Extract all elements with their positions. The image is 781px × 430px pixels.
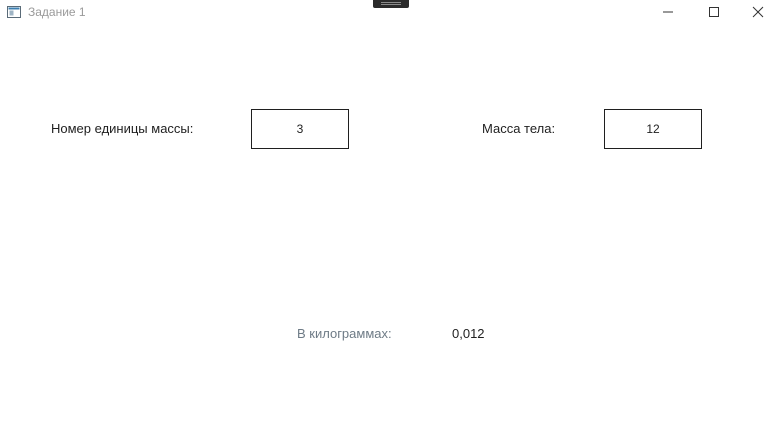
maximize-icon bbox=[709, 7, 719, 17]
result-label: В килограммах: bbox=[297, 326, 392, 341]
drag-handle-icon[interactable] bbox=[373, 0, 409, 8]
maximize-button[interactable] bbox=[691, 0, 737, 24]
result-value: 0,012 bbox=[452, 326, 485, 341]
title-bar[interactable]: Задание 1 bbox=[0, 0, 781, 24]
minimize-button[interactable] bbox=[645, 0, 691, 24]
minimize-icon bbox=[663, 11, 673, 13]
window-title: Задание 1 bbox=[28, 5, 86, 19]
app-window-icon bbox=[7, 5, 21, 18]
unit-number-label: Номер единицы массы: bbox=[51, 121, 194, 136]
mass-label: Масса тела: bbox=[482, 121, 556, 136]
app-window: Задание 1 Номер единицы массы: Масса тел… bbox=[0, 0, 781, 430]
unit-number-input[interactable] bbox=[251, 109, 349, 149]
close-icon bbox=[752, 6, 764, 18]
close-button[interactable] bbox=[735, 0, 781, 24]
mass-input[interactable] bbox=[604, 109, 702, 149]
